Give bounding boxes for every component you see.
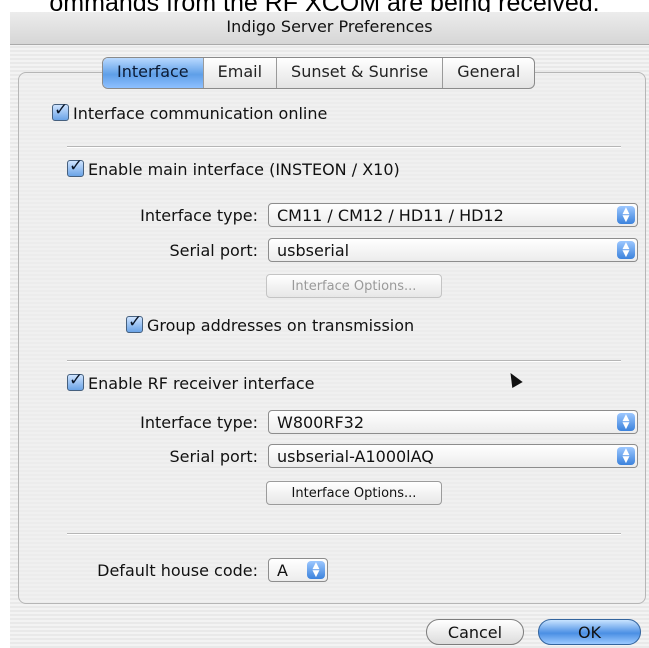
main-port-value: usbserial bbox=[277, 241, 350, 260]
window-title: Indigo Server Preferences bbox=[10, 12, 649, 45]
rf-interface-checkbox[interactable] bbox=[67, 370, 84, 391]
popup-arrows-icon: ▲ ▼ bbox=[617, 447, 635, 465]
rf-port-label: Serial port: bbox=[169, 447, 258, 466]
house-code-select[interactable]: A ▲ ▼ bbox=[268, 558, 328, 582]
communication-online-checkbox[interactable] bbox=[52, 100, 69, 121]
main-interface-options-button[interactable]: Interface Options... bbox=[266, 274, 442, 298]
rf-type-select[interactable]: W800RF32 ▲ ▼ bbox=[268, 410, 638, 434]
preferences-window: Indigo Server Preferences Interface Emai… bbox=[10, 12, 649, 648]
rf-port-value: usbserial-A1000lAQ bbox=[277, 447, 434, 466]
rf-type-value: W800RF32 bbox=[277, 413, 365, 432]
separator-3 bbox=[67, 533, 621, 535]
tab-interface[interactable]: Interface bbox=[103, 58, 204, 88]
main-type-select[interactable]: CM11 / CM12 / HD11 / HD12 ▲ ▼ bbox=[268, 203, 638, 227]
rf-interface-label: Enable RF receiver interface bbox=[88, 374, 315, 393]
tab-email[interactable]: Email bbox=[204, 58, 278, 88]
group-addresses-checkbox[interactable] bbox=[126, 312, 143, 333]
house-code-value: A bbox=[277, 561, 288, 580]
popup-arrows-icon: ▲ ▼ bbox=[617, 206, 635, 224]
main-port-label: Serial port: bbox=[169, 241, 258, 260]
group-addresses-row: Group addresses on transmission bbox=[126, 312, 415, 335]
tab-bar: Interface Email Sunset & Sunrise General bbox=[102, 57, 536, 89]
main-interface-label: Enable main interface (INSTEON / X10) bbox=[88, 160, 400, 179]
separator-1 bbox=[67, 146, 621, 148]
main-interface-checkbox[interactable] bbox=[67, 156, 84, 177]
cancel-button[interactable]: Cancel bbox=[426, 619, 524, 645]
main-interface-row: Enable main interface (INSTEON / X10) bbox=[67, 156, 400, 179]
popup-arrows-icon: ▲ ▼ bbox=[617, 241, 635, 259]
main-type-label: Interface type: bbox=[140, 206, 258, 225]
interface-panel bbox=[18, 72, 646, 604]
popup-arrows-icon: ▲ ▼ bbox=[307, 561, 325, 579]
rf-type-label: Interface type: bbox=[140, 413, 258, 432]
rf-interface-options-button[interactable]: Interface Options... bbox=[266, 481, 442, 505]
popup-arrows-icon: ▲ ▼ bbox=[617, 413, 635, 431]
rf-interface-row: Enable RF receiver interface bbox=[67, 370, 315, 393]
communication-online-label: Interface communication online bbox=[73, 104, 328, 123]
tab-sunset-sunrise[interactable]: Sunset & Sunrise bbox=[277, 58, 444, 88]
separator-2 bbox=[67, 360, 621, 362]
rf-port-select[interactable]: usbserial-A1000lAQ ▲ ▼ bbox=[268, 444, 638, 468]
group-addresses-label: Group addresses on transmission bbox=[147, 316, 415, 335]
ok-button[interactable]: OK bbox=[538, 619, 641, 645]
house-code-label: Default house code: bbox=[97, 561, 258, 580]
communication-online-row: Interface communication online bbox=[52, 100, 328, 123]
main-type-value: CM11 / CM12 / HD11 / HD12 bbox=[277, 206, 504, 225]
main-port-select[interactable]: usbserial ▲ ▼ bbox=[268, 238, 638, 262]
tab-general[interactable]: General bbox=[443, 58, 534, 88]
